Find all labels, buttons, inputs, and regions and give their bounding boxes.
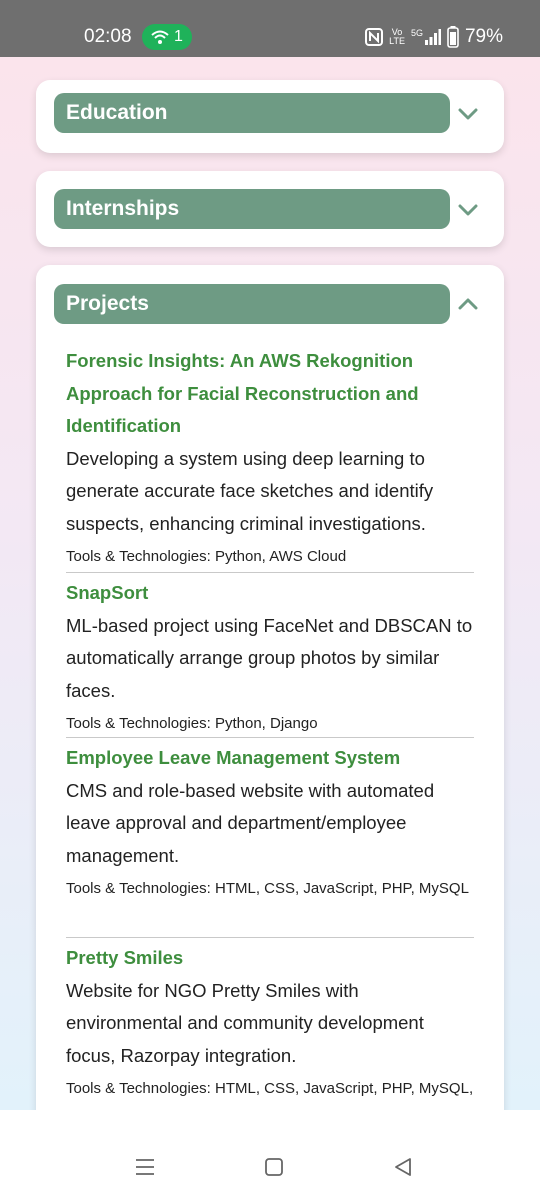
chevron-up-icon[interactable] <box>458 297 478 311</box>
status-time: 02:08 <box>84 26 132 47</box>
back-icon[interactable] <box>393 1157 413 1177</box>
status-icons: Vo LTE 5G 79% <box>365 25 503 49</box>
battery-icon <box>447 26 459 48</box>
education-card: Education <box>36 80 504 153</box>
project-tools: Tools & Technologies: Python, Django <box>66 715 318 732</box>
chevron-down-icon[interactable] <box>458 203 478 217</box>
projects-header[interactable]: Projects <box>54 284 450 324</box>
project-description: CMS and role-based website with automate… <box>66 779 435 866</box>
project-title: Forensic Insights: An AWS Rekognition Ap… <box>66 350 419 436</box>
hotspot-indicator[interactable]: 1 <box>142 24 192 50</box>
project-description: Developing a system using deep learning … <box>66 447 434 534</box>
volte-icon: Vo LTE <box>389 27 405 46</box>
content-area[interactable]: Education Internships Projects Forensic … <box>0 57 540 1110</box>
internships-card: Internships <box>36 171 504 247</box>
hotspot-icon <box>151 30 169 44</box>
battery-level: 79% <box>464 26 503 47</box>
internships-header[interactable]: Internships <box>54 189 450 229</box>
divider <box>66 937 474 938</box>
project-tools: Tools & Technologies: HTML, CSS, JavaScr… <box>66 1080 474 1097</box>
project-tools: Tools & Technologies: HTML, CSS, JavaScr… <box>66 880 469 897</box>
projects-card: Projects Forensic Insights: An AWS Rekog… <box>36 265 504 1110</box>
menu-icon[interactable] <box>134 1157 156 1177</box>
project-title: Pretty Smiles <box>66 947 184 968</box>
home-icon[interactable] <box>264 1157 284 1177</box>
project-title: SnapSort <box>66 582 149 603</box>
project-item: Pretty Smiles Website for NGO Pretty Smi… <box>66 942 474 1110</box>
project-description: ML-based project using FaceNet and DBSCA… <box>66 614 473 701</box>
education-header[interactable]: Education <box>54 93 450 133</box>
divider <box>66 572 474 573</box>
project-item: SnapSort ML-based project using FaceNet … <box>66 577 474 740</box>
divider <box>66 737 474 738</box>
nfc-icon <box>365 28 384 46</box>
project-item: Employee Leave Management System CMS and… <box>66 742 474 905</box>
signal-5g-icon: 5G <box>411 29 441 45</box>
project-title: Employee Leave Management System <box>66 747 401 768</box>
hotspot-count: 1 <box>174 28 183 45</box>
project-description: Website for NGO Pretty Smiles with envir… <box>66 979 424 1066</box>
status-bar: 02:08 1 Vo LTE 5G 79% <box>0 0 540 57</box>
system-nav-bar <box>0 1133 540 1200</box>
chevron-down-icon[interactable] <box>458 107 478 121</box>
project-tools: Tools & Technologies: Python, AWS Cloud <box>66 548 347 565</box>
project-item: Forensic Insights: An AWS Rekognition Ap… <box>66 345 474 573</box>
